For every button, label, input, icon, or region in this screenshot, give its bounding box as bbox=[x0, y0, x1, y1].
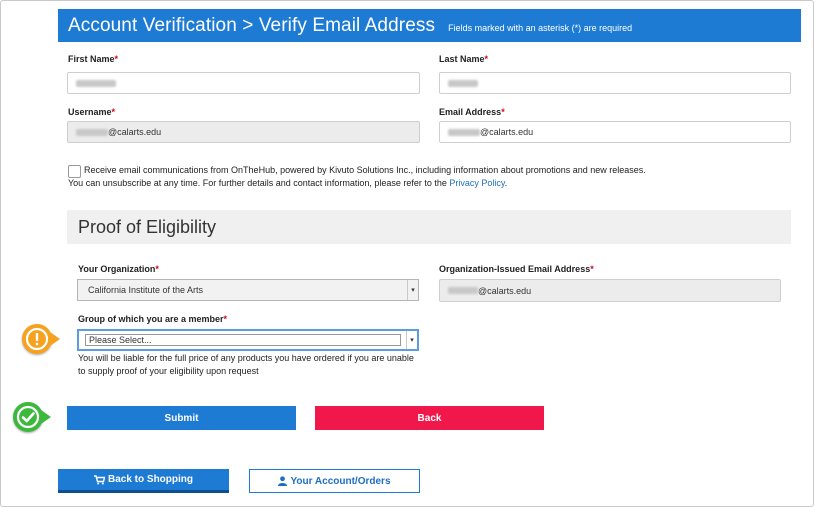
privacy-policy-link[interactable]: Privacy Policy bbox=[449, 178, 504, 188]
submit-button[interactable]: Submit bbox=[67, 406, 296, 430]
email-field[interactable]: @calarts.edu bbox=[439, 121, 791, 143]
consent-text: Receive email communications from OnTheH… bbox=[84, 165, 646, 175]
redacted-text bbox=[448, 287, 478, 294]
redacted-text bbox=[448, 79, 478, 87]
success-badge bbox=[13, 402, 43, 432]
warning-pointer bbox=[50, 332, 60, 346]
warning-badge bbox=[22, 324, 52, 354]
exclamation-icon bbox=[25, 327, 49, 351]
group-select-value: Please Select... bbox=[85, 334, 401, 346]
page-title: Account Verification > Verify Email Addr… bbox=[68, 14, 436, 36]
group-label: Group of which you are a member* bbox=[78, 314, 228, 324]
redacted-text bbox=[76, 128, 108, 136]
required-note: Fields marked with an asterisk (*) are r… bbox=[448, 22, 633, 33]
redacted-text bbox=[448, 128, 480, 136]
back-button[interactable]: Back bbox=[315, 406, 544, 430]
user-icon bbox=[278, 476, 288, 486]
username-field[interactable]: @calarts.edu bbox=[67, 121, 420, 143]
page-header: Account Verification > Verify Email Addr… bbox=[58, 9, 801, 42]
liability-text-line1: You will be liable for the full price of… bbox=[78, 353, 414, 363]
org-email-field[interactable]: @calarts.edu bbox=[439, 279, 781, 302]
success-pointer bbox=[41, 410, 51, 424]
group-select[interactable]: Please Select... ▾ bbox=[77, 329, 419, 351]
eligibility-section-title: Proof of Eligibility bbox=[67, 210, 791, 244]
back-to-shopping-button[interactable]: Back to Shopping bbox=[58, 469, 229, 493]
organization-label: Your Organization* bbox=[78, 264, 159, 274]
cart-icon bbox=[94, 474, 105, 484]
first-name-field[interactable] bbox=[67, 72, 420, 94]
checkmark-icon bbox=[16, 405, 40, 429]
unsubscribe-text: You can unsubscribe at any time. For fur… bbox=[68, 178, 508, 188]
liability-text-line2: to supply proof of your eligibility upon… bbox=[78, 366, 259, 376]
organization-select[interactable]: California Institute of the Arts ▾ bbox=[77, 279, 419, 301]
account-orders-button[interactable]: Your Account/Orders bbox=[249, 469, 420, 493]
org-email-label: Organization-Issued Email Address* bbox=[439, 264, 594, 274]
redacted-text bbox=[76, 79, 116, 87]
email-label: Email Address* bbox=[439, 107, 505, 117]
chevron-down-icon: ▾ bbox=[407, 280, 418, 300]
first-name-label: First Name* bbox=[68, 54, 119, 64]
last-name-field[interactable] bbox=[439, 72, 791, 94]
username-label: Username* bbox=[68, 107, 116, 117]
chevron-down-icon: ▾ bbox=[406, 331, 417, 349]
last-name-label: Last Name* bbox=[439, 54, 489, 64]
